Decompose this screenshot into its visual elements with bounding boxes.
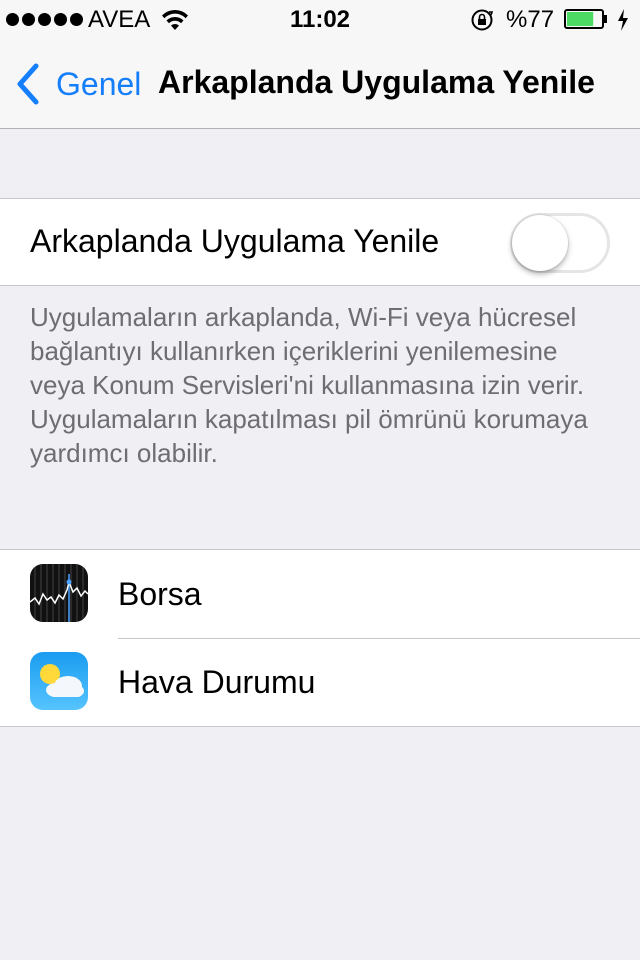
page-title: Arkaplanda Uygulama Yenile [158,64,595,100]
app-list: Borsa Hava Durumu [0,549,640,727]
app-row-hava-durumu[interactable]: Hava Durumu [0,638,640,726]
switch-knob[interactable] [512,215,568,271]
battery-percentage: %77 [506,6,555,33]
rotation-lock-icon [471,9,494,31]
charging-bolt-icon [618,9,628,31]
stocks-icon [30,564,88,622]
status-bar: AVEA 11:02 %77 [0,0,640,40]
background-refresh-switch[interactable] [510,213,610,273]
navigation-bar: Genel Arkaplanda Uygulama Yenile [0,40,640,129]
battery-icon [564,9,607,29]
back-button-label[interactable]: Genel [56,66,141,103]
back-button[interactable]: Genel [14,60,141,108]
app-name: Hava Durumu [118,664,316,700]
background-refresh-label: Arkaplanda Uygulama Yenile [30,223,440,259]
background-refresh-cell: Arkaplanda Uygulama Yenile [0,198,640,286]
chevron-left-icon [17,63,39,105]
section-footer-description: Uygulamaların arkaplanda, Wi-Fi veya hüc… [30,302,588,468]
app-row-borsa[interactable]: Borsa [0,550,640,638]
weather-icon [30,652,88,710]
app-name: Borsa [118,576,202,612]
